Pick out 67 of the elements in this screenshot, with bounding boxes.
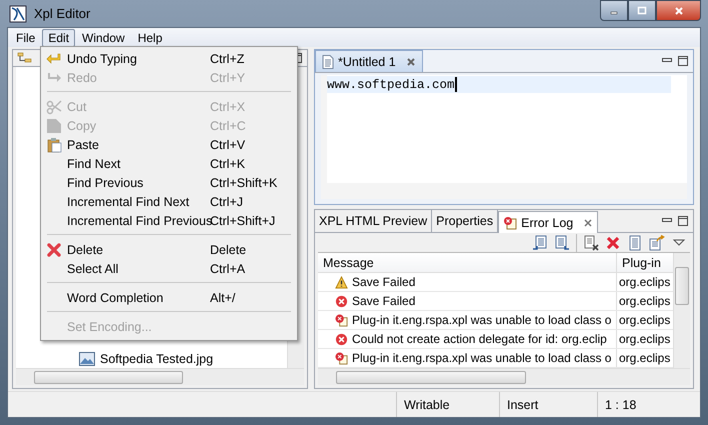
error-icon bbox=[335, 294, 348, 308]
window-title: Xpl Editor bbox=[34, 6, 90, 21]
log-message: Save Failed bbox=[352, 275, 416, 289]
menu-item[interactable]: Find Next Ctrl+K bbox=[43, 154, 295, 173]
close-icon[interactable] bbox=[406, 56, 416, 66]
vertical-scrollbar[interactable] bbox=[673, 253, 690, 368]
delete-icon[interactable] bbox=[605, 234, 621, 250]
table-cell-text: org.eclips bbox=[618, 274, 672, 291]
close-button[interactable] bbox=[656, 0, 701, 21]
copy-icon bbox=[46, 118, 62, 134]
menu-item[interactable]: File bbox=[10, 28, 42, 46]
panel-tab[interactable]: Error Log bbox=[498, 211, 598, 233]
scissors-icon bbox=[46, 98, 62, 114]
menu-item[interactable]: Help bbox=[132, 28, 168, 46]
editor-text: www.softpedia.com bbox=[327, 78, 455, 92]
panel-tab[interactable]: XPL HTML Preview bbox=[315, 210, 432, 232]
maximize-button[interactable] bbox=[628, 0, 656, 21]
tree-item[interactable]: Softpedia Tested.jpg bbox=[100, 352, 214, 366]
log-message: Save Failed bbox=[352, 294, 416, 308]
image-file-icon bbox=[79, 352, 95, 366]
app-logo-icon bbox=[9, 4, 27, 22]
export-log-icon[interactable] bbox=[532, 234, 548, 250]
error-icon bbox=[335, 332, 348, 346]
log-message: Could not create action delegate for id: org.eclip bbox=[352, 332, 607, 346]
close-icon[interactable] bbox=[583, 218, 594, 228]
menu-item[interactable]: Window bbox=[76, 28, 131, 46]
menu-item[interactable]: Edit bbox=[42, 28, 76, 46]
menu-item[interactable]: Delete Delete bbox=[43, 240, 295, 259]
table-cell-text: org.eclips bbox=[618, 293, 672, 310]
plugin-error-icon bbox=[335, 314, 348, 326]
editor-tab[interactable]: *Untitled 1 bbox=[315, 50, 423, 72]
menu-item[interactable]: Find Previous Ctrl+Shift+K bbox=[43, 173, 295, 192]
import-log-icon[interactable] bbox=[554, 234, 570, 250]
table-cell-text: org.eclips bbox=[618, 350, 672, 367]
log-message: Plug-in it.eng.rspa.xpl was unable to load class o bbox=[352, 313, 612, 327]
clipboard-icon bbox=[46, 136, 62, 152]
document-icon[interactable] bbox=[627, 234, 643, 250]
undo-arrow-icon bbox=[46, 50, 62, 66]
open-log-icon[interactable] bbox=[649, 234, 665, 250]
plugin-error-icon bbox=[335, 352, 348, 364]
error-log-icon bbox=[503, 216, 518, 230]
maximize-icon[interactable] bbox=[677, 55, 689, 67]
status-field: Insert bbox=[499, 392, 597, 417]
menu-item[interactable]: Select All Ctrl+A bbox=[43, 259, 295, 278]
menu-item[interactable]: Undo Typing Ctrl+Z bbox=[43, 49, 295, 68]
maximize-icon[interactable] bbox=[677, 215, 689, 227]
menu-item[interactable]: Word Completion Alt+/ bbox=[43, 288, 295, 307]
table-cell-text: org.eclips bbox=[618, 312, 672, 329]
horizontal-scrollbar[interactable] bbox=[16, 368, 304, 385]
document-icon bbox=[322, 54, 334, 68]
menu-item[interactable]: Incremental Find PreviousCtrl+Shift+J bbox=[43, 211, 295, 230]
menu-item[interactable]: Paste Ctrl+V bbox=[43, 135, 295, 154]
maximize-icon bbox=[637, 6, 647, 16]
clear-log-icon[interactable] bbox=[583, 234, 599, 250]
delete-icon bbox=[46, 242, 62, 258]
log-message: Plug-in it.eng.rspa.xpl was unable to load class o bbox=[352, 351, 612, 365]
warning-icon bbox=[335, 276, 348, 288]
table-cell-text: org.eclips bbox=[618, 331, 672, 348]
column-header[interactable]: Plug-in bbox=[617, 253, 673, 272]
column-header[interactable]: Message bbox=[318, 253, 617, 272]
navigator-icon[interactable] bbox=[17, 52, 33, 64]
menu-item[interactable]: Incremental Find Next Ctrl+J bbox=[43, 192, 295, 211]
status-field: 1 : 18 bbox=[597, 392, 700, 417]
horizontal-scrollbar[interactable] bbox=[318, 368, 690, 385]
close-icon bbox=[674, 6, 684, 16]
status-field: Writable bbox=[396, 392, 499, 417]
minimize-button[interactable] bbox=[600, 0, 628, 21]
